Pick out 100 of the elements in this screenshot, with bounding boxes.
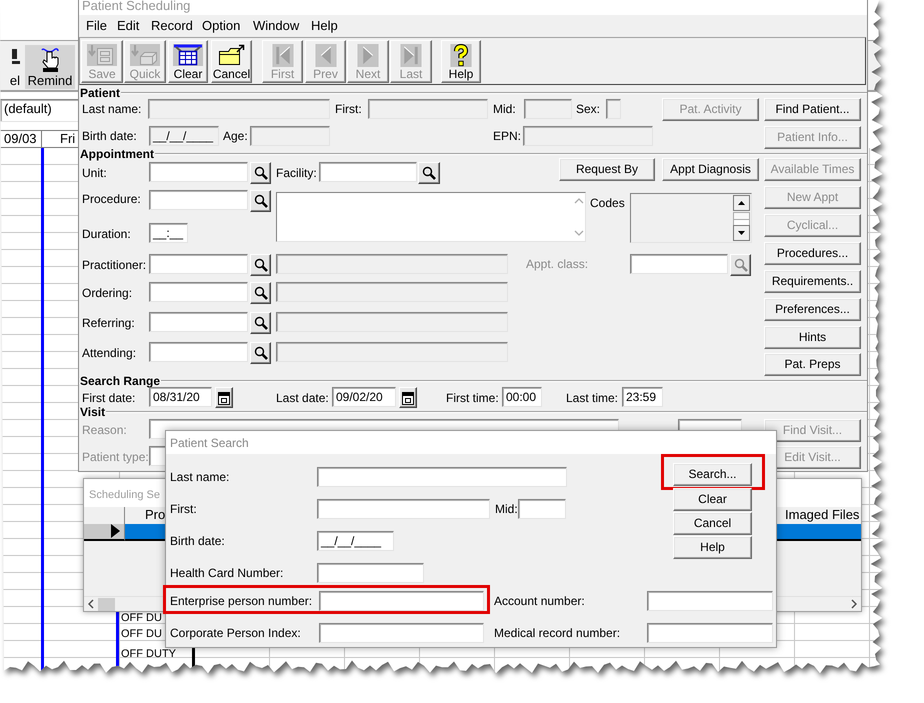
input-field[interactable] — [319, 591, 484, 611]
field-label: Attending: — [82, 346, 136, 360]
help-button[interactable]: Help — [673, 536, 752, 559]
field-label: Birth date: — [170, 534, 225, 548]
text-area[interactable] — [276, 192, 586, 242]
input-field[interactable] — [647, 623, 773, 643]
field-label: Age: — [223, 129, 248, 143]
input-field[interactable] — [149, 282, 248, 302]
lookup-button[interactable] — [730, 254, 751, 276]
menu-item[interactable]: File — [84, 17, 109, 35]
search-icon — [254, 346, 268, 360]
cabinet-icon — [130, 44, 160, 66]
input-field[interactable]: 23:59 — [622, 387, 663, 407]
lookup-button[interactable] — [250, 342, 271, 364]
lookup-button[interactable] — [250, 282, 271, 304]
lookup-button[interactable] — [250, 254, 271, 276]
input-field[interactable] — [647, 591, 773, 611]
field-label: Last name: — [170, 470, 230, 484]
clear-button[interactable]: Clear — [673, 488, 752, 511]
codes-list[interactable] — [630, 193, 752, 243]
cabinet-icon — [87, 44, 117, 66]
menu-item[interactable]: Help — [309, 17, 340, 35]
field-label: First date: — [82, 391, 136, 405]
row-pointer-icon — [111, 524, 120, 538]
view-field[interactable]: (default) — [0, 99, 80, 122]
request-by-button[interactable]: Request By — [559, 158, 655, 181]
folder-icon — [216, 44, 246, 66]
search-button[interactable]: Search... — [673, 463, 752, 486]
field-label: Appt. class: — [526, 257, 588, 271]
input-field[interactable] — [317, 467, 567, 487]
input-field[interactable] — [518, 499, 566, 519]
field-label: Reason: — [82, 423, 127, 437]
section-heading: Patient — [80, 86, 120, 100]
skip-forward-icon — [400, 44, 422, 67]
lookup-button[interactable] — [418, 162, 440, 184]
input-field[interactable]: __:__ — [149, 223, 188, 243]
section-heading: Visit — [80, 406, 106, 418]
search-icon — [254, 194, 268, 208]
diagnosis-button[interactable]: Appt Diagnosis — [662, 158, 759, 181]
input-field[interactable] — [630, 254, 728, 274]
input-field[interactable] — [319, 162, 417, 182]
hints-button[interactable]: Hints — [764, 326, 861, 349]
input-field[interactable]: __/__/____ — [317, 531, 394, 551]
field-label: Duration: — [82, 227, 131, 241]
field-label: Last time: — [566, 391, 618, 405]
cancel-button[interactable]: Cancel — [211, 40, 252, 83]
calendar-button[interactable] — [399, 387, 417, 408]
field-label: EPN: — [493, 129, 522, 143]
clear-button[interactable]: Clear — [168, 40, 208, 83]
menu-item[interactable]: Window — [251, 17, 302, 35]
menu-item[interactable]: Option — [200, 17, 242, 35]
toolbar-button[interactable]: Remind — [25, 45, 75, 89]
help-button[interactable]: Help — [441, 40, 481, 83]
input-field[interactable] — [149, 190, 248, 210]
field-label: Practitioner: — [82, 258, 146, 272]
window-title: Patient Scheduling — [82, 0, 190, 13]
lookup-button[interactable] — [250, 190, 271, 212]
field-label: Enterprise person number: — [170, 594, 312, 608]
field-label: Procedure: — [82, 192, 141, 206]
section-heading: Appointment — [80, 148, 154, 160]
menu-item[interactable]: Edit — [115, 17, 142, 35]
field-label: Mid: — [495, 502, 518, 516]
menu-item[interactable]: Record — [149, 17, 195, 35]
input-field[interactable] — [149, 342, 248, 362]
preps-button[interactable]: Pat. Preps — [764, 353, 861, 376]
input-field[interactable] — [319, 623, 484, 643]
input-field[interactable]: 00:00 — [502, 387, 542, 407]
input-field[interactable] — [317, 563, 424, 583]
row-selector[interactable] — [84, 524, 125, 541]
search-icon — [254, 316, 268, 330]
window-title: Patient Search — [170, 436, 249, 450]
section-heading: Search Range — [80, 374, 160, 388]
search-icon — [734, 258, 748, 272]
scroll-thumb[interactable] — [98, 598, 115, 610]
preferences-button[interactable]: Preferences... — [764, 298, 861, 321]
field-label: Corporate Person Index: — [170, 626, 301, 640]
input-field[interactable] — [149, 312, 248, 332]
field-label: Ordering: — [82, 286, 132, 300]
calendar-icon — [218, 390, 230, 404]
procedures-button[interactable]: Procedures... — [764, 242, 861, 265]
input-field[interactable] — [149, 162, 248, 182]
calendar-button[interactable] — [215, 387, 233, 408]
input-field[interactable] — [317, 499, 490, 519]
input-field[interactable]: 08/31/20 — [149, 387, 212, 407]
field-label: Health Card Number: — [170, 566, 284, 580]
skip-back-icon — [272, 44, 294, 67]
field-label: Mid: — [493, 102, 516, 116]
lookup-button[interactable] — [250, 312, 271, 334]
field-label: Sex: — [576, 102, 600, 116]
schedule-entry: OFF DUTY — [121, 648, 177, 661]
field-label: First time: — [446, 391, 499, 405]
schedule-entry: OFF DU — [121, 612, 163, 625]
input-field[interactable]: 09/02/20 — [332, 387, 396, 407]
find-patient-button[interactable]: Find Patient... — [764, 98, 861, 121]
requirements-button[interactable]: Requirements.. — [764, 270, 861, 293]
field-label: First: — [335, 102, 362, 116]
input-field[interactable] — [149, 254, 248, 274]
search-icon — [254, 166, 268, 180]
cancel-button[interactable]: Cancel — [673, 512, 752, 535]
lookup-button[interactable] — [250, 162, 271, 184]
